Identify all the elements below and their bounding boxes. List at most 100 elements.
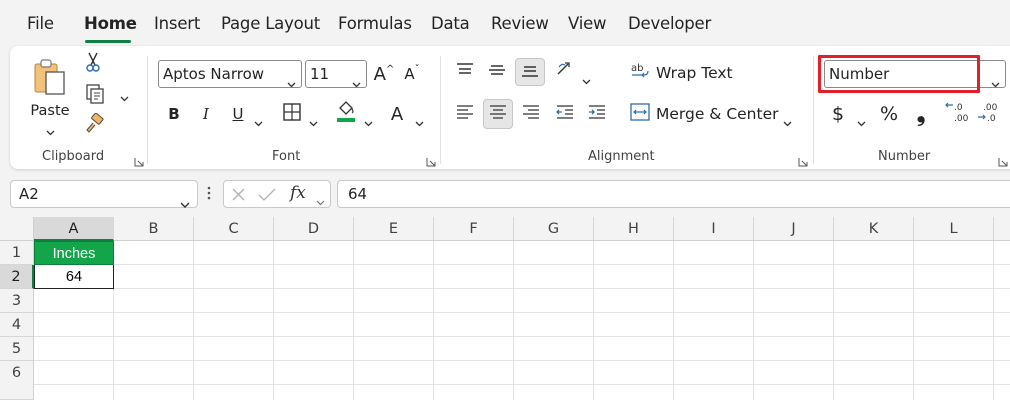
column-header-g[interactable]: G (514, 217, 594, 241)
align-right-button[interactable] (519, 102, 543, 126)
paintbrush-icon (83, 112, 105, 139)
cell-a2[interactable]: 64 (34, 265, 114, 289)
currency-button[interactable]: $ (827, 102, 849, 126)
font-name-select[interactable]: Aptos Narrow (158, 60, 302, 88)
column-header-k[interactable]: K (834, 217, 914, 241)
caret-down-icon: ˇ (414, 63, 420, 75)
column-header-m-partial[interactable] (994, 217, 1010, 241)
gridline (34, 336, 1010, 337)
paste-label: Paste (30, 103, 70, 119)
orientation-button[interactable] (553, 58, 579, 84)
row-header-1[interactable]: 1 (0, 241, 34, 265)
scissors-icon (84, 51, 102, 77)
chevron-down-icon[interactable] (857, 112, 866, 131)
chevron-down-icon[interactable] (254, 112, 263, 131)
row-header-5[interactable]: 5 (0, 337, 34, 361)
wrap-text-label: Wrap Text (656, 64, 733, 82)
font-name-value: Aptos Narrow (163, 65, 265, 83)
gridline (593, 241, 594, 400)
gridline (34, 384, 1010, 385)
align-center-button[interactable] (483, 99, 513, 129)
insert-function-icon[interactable]: fx (290, 183, 306, 203)
align-left-button[interactable] (453, 102, 477, 126)
increase-decimal-button[interactable]: .0.00 (944, 102, 970, 126)
font-color-button[interactable]: A (386, 100, 408, 128)
merge-center-button[interactable]: Merge & Center (630, 100, 794, 128)
column-header-h[interactable]: H (594, 217, 674, 241)
increase-indent-button[interactable] (585, 102, 609, 126)
middle-align-button[interactable] (485, 60, 509, 84)
chevron-down-icon (46, 121, 55, 140)
tab-review[interactable]: Review (491, 14, 549, 33)
enter-icon[interactable] (258, 187, 276, 206)
increase-font-button[interactable]: A ^ (372, 60, 396, 88)
decrease-decimal-icon-button[interactable]: .00.0 (976, 102, 1002, 126)
clipboard-launcher-icon[interactable] (134, 152, 144, 167)
alignment-launcher-icon[interactable] (798, 152, 808, 167)
font-color-icon: A (390, 103, 404, 125)
top-align-button[interactable] (453, 60, 477, 84)
column-header-f[interactable]: F (434, 217, 514, 241)
percent-button[interactable]: % (876, 102, 902, 126)
chevron-down-icon[interactable] (316, 191, 325, 210)
tab-formulas[interactable]: Formulas (338, 14, 412, 33)
chevron-down-icon (120, 87, 129, 106)
tab-data[interactable]: Data (431, 14, 470, 33)
more-options-icon[interactable] (207, 185, 211, 205)
select-all-corner[interactable] (0, 217, 34, 241)
tab-home[interactable]: Home (84, 14, 137, 33)
font-size-select[interactable]: 11 (305, 60, 367, 88)
tab-view[interactable]: View (568, 14, 607, 33)
bottom-align-button[interactable] (515, 58, 545, 86)
increase-font-icon: A (373, 63, 386, 85)
chevron-down-icon[interactable] (415, 112, 424, 131)
svg-text:.0: .0 (987, 114, 996, 123)
name-box[interactable]: A2 (10, 180, 198, 208)
number-format-select[interactable]: Number (824, 60, 1006, 88)
wrap-text-button[interactable]: ab Wrap Text (630, 60, 750, 86)
row-header-3[interactable]: 3 (0, 289, 34, 313)
row-header-6[interactable]: 6 (0, 361, 34, 400)
column-header-b[interactable]: B (114, 217, 194, 241)
column-header-a[interactable]: A (34, 217, 114, 241)
number-launcher-icon[interactable] (998, 152, 1008, 167)
font-launcher-icon[interactable] (426, 152, 436, 167)
decrease-font-button[interactable]: Aˇ (400, 60, 424, 88)
chevron-down-icon[interactable] (309, 112, 318, 131)
cancel-icon[interactable] (231, 187, 246, 206)
column-header-d[interactable]: D (274, 217, 354, 241)
column-header-l[interactable]: L (914, 217, 994, 241)
fill-color-button[interactable] (333, 100, 359, 128)
tab-insert[interactable]: Insert (154, 14, 200, 33)
increase-indent-icon (588, 104, 606, 124)
comma-style-button[interactable]: ❟ (910, 102, 932, 127)
copy-button[interactable] (82, 84, 130, 108)
row-header-4[interactable]: 4 (0, 313, 34, 337)
merge-center-label: Merge & Center (656, 105, 779, 123)
gridline (34, 264, 1010, 265)
decrease-indent-button[interactable] (553, 102, 577, 126)
spreadsheet-grid: A B C D E F G H I J K L 1 2 3 4 5 6 Inch… (0, 217, 1010, 400)
decrease-indent-icon (556, 104, 574, 124)
column-header-c[interactable]: C (194, 217, 274, 241)
tab-page-layout[interactable]: Page Layout (221, 14, 320, 33)
wrap-text-icon: ab (630, 61, 650, 85)
column-header-j[interactable]: J (754, 217, 834, 241)
italic-button[interactable]: I (194, 102, 218, 126)
chevron-down-icon[interactable] (364, 112, 373, 131)
tab-file[interactable]: File (27, 14, 54, 33)
column-header-e[interactable]: E (354, 217, 434, 241)
cell-a1[interactable]: Inches (34, 241, 114, 265)
underline-button[interactable]: U (226, 102, 250, 126)
chevron-down-icon[interactable] (783, 112, 792, 131)
tab-developer[interactable]: Developer (628, 14, 711, 33)
chevron-down-icon[interactable] (582, 70, 591, 89)
format-painter-button[interactable] (82, 112, 106, 139)
row-header-2[interactable]: 2 (0, 265, 34, 289)
cut-button[interactable] (82, 52, 104, 76)
paste-button[interactable]: Paste (26, 54, 74, 144)
borders-button[interactable] (280, 102, 304, 126)
formula-input[interactable]: 64 (337, 180, 1010, 208)
column-header-i[interactable]: I (674, 217, 754, 241)
bold-button[interactable]: B (162, 102, 186, 126)
